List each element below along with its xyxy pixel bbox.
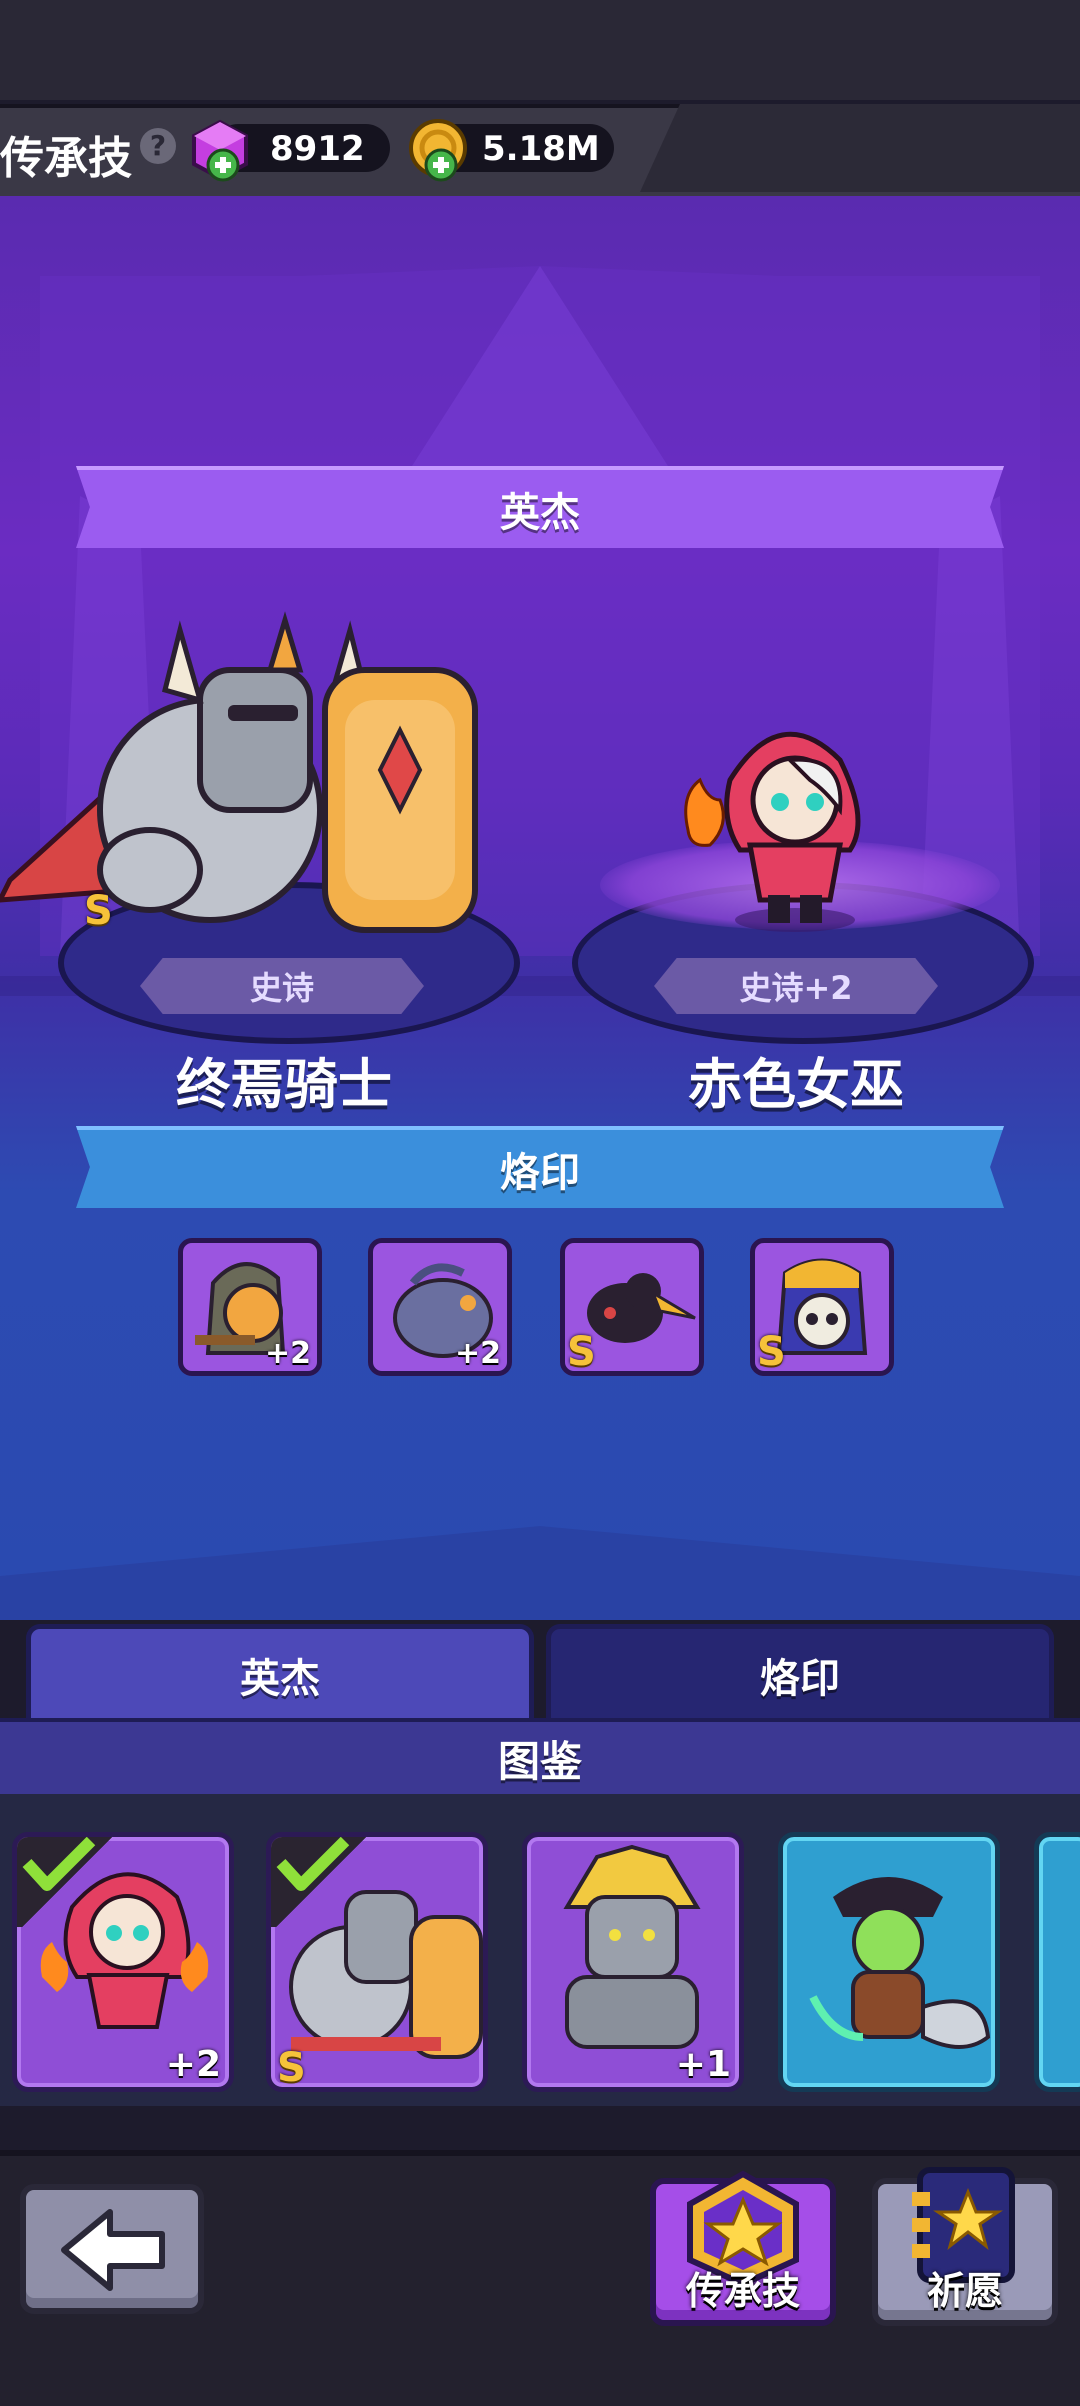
card-grade: S [277,2045,306,2091]
imprint-slot[interactable]: S [750,1238,894,1376]
page-title: 传承技 [0,133,132,184]
knight-name: 终焉骑士 [176,1053,392,1116]
collection-card[interactable] [778,1832,1000,2092]
top-bar-right [640,104,1080,192]
tab-imprint[interactable]: 烙印 [546,1624,1054,1720]
card-level: +2 [165,2044,221,2085]
card-level: +1 [675,2044,731,2085]
collection-card-partial[interactable] [1034,1832,1080,2092]
slot-grade: S [757,1329,786,1375]
codex-title: 图鉴 [0,1718,1080,1798]
wish-label: 祈愿 [926,2269,1003,2313]
pirate-ghost-card-portrait [809,1877,991,2049]
slot-level: +2 [454,1336,501,1371]
gold-amount: 5.18M [482,129,600,169]
collection-card[interactable]: +2 [12,1832,234,2092]
status-bar-area [0,0,1080,100]
collection-card[interactable]: +1 [522,1832,744,2092]
gem-add-icon[interactable] [206,148,240,182]
checkmark-icon [276,1837,350,1891]
imprint-slot[interactable]: S [560,1238,704,1376]
legacy-skill-label: 传承技 [685,2269,800,2313]
witch-rarity-label: 史诗+2 [654,958,938,1014]
heroes-banner: 英杰 [76,466,1004,548]
collection-card[interactable]: S [266,1832,488,2092]
witch-hero-portrait[interactable] [660,700,900,940]
imprint-slot[interactable]: +2 [178,1238,322,1376]
slot-level: +2 [264,1336,311,1371]
gold-add-icon[interactable] [424,148,458,182]
witch-name: 赤色女巫 [688,1053,904,1116]
imprint-banner: 烙印 [76,1126,1004,1208]
slot-grade: S [567,1329,596,1375]
knight-hero-portrait[interactable] [0,610,500,940]
knight-rarity-label: 史诗 [140,958,424,1014]
knight-grade-badge: S [84,888,113,934]
arrow-left-icon [61,2209,165,2291]
help-icon[interactable]: ? [140,128,176,164]
imprint-slot[interactable]: +2 [368,1238,512,1376]
tab-heroes[interactable]: 英杰 [26,1624,534,1720]
back-button[interactable] [20,2184,204,2314]
checkmark-icon [22,1837,96,1891]
gem-amount: 8912 [270,129,365,169]
